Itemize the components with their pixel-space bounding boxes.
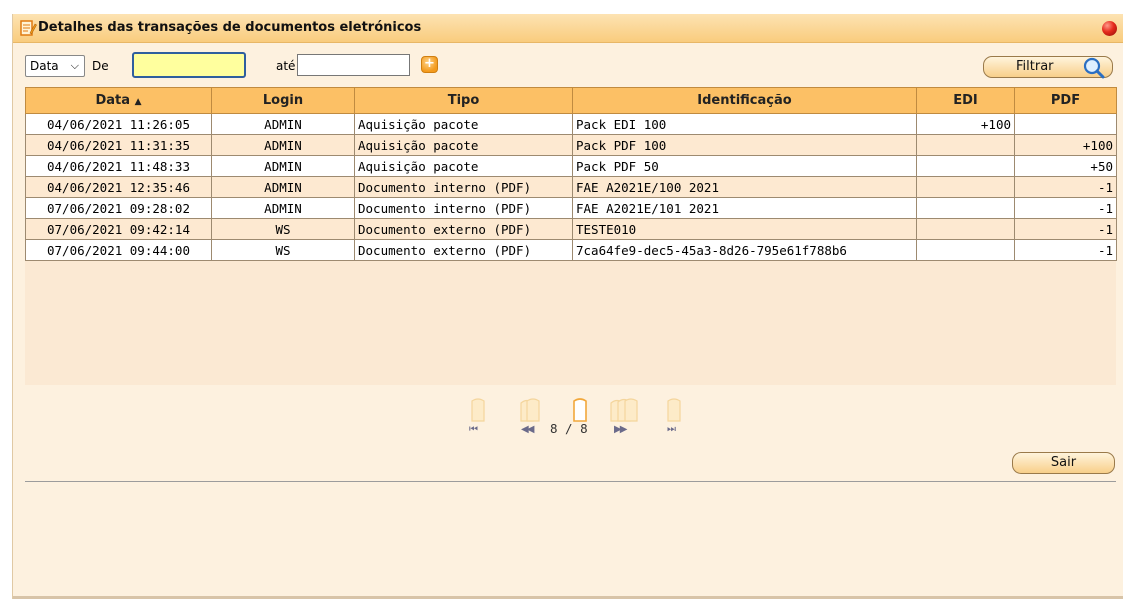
filter-bar: Data ⌵ De até + Filtrar — [13, 52, 1123, 80]
cell-data: 04/06/2021 11:31:35 — [25, 134, 212, 156]
date-field-select[interactable]: Data ⌵ — [25, 55, 85, 77]
column-header-data[interactable]: Data ▲ — [25, 87, 212, 114]
exit-button[interactable]: Sair — [1012, 452, 1115, 474]
date-field-select-value: Data — [30, 59, 59, 73]
cell-pdf: -1 — [1014, 239, 1117, 261]
cell-data: 07/06/2021 09:42:14 — [25, 218, 212, 240]
transactions-table-area: Data ▲ Login Tipo Identificação EDI PDF … — [25, 87, 1117, 385]
first-page-button[interactable]: ⏮ — [468, 397, 488, 435]
page-stack-icon — [471, 398, 485, 422]
cell-identificacao: Pack EDI 100 — [572, 113, 917, 135]
cell-login: ADMIN — [211, 113, 355, 135]
cell-data: 07/06/2021 09:28:02 — [25, 197, 212, 219]
cell-edi — [916, 218, 1015, 240]
last-page-icon: ⏭ — [667, 424, 676, 435]
table-row[interactable]: 04/06/2021 11:48:33 ADMIN Aquisição paco… — [25, 155, 1117, 177]
table-row[interactable]: 07/06/2021 09:44:00 WS Documento externo… — [25, 239, 1117, 261]
page-stack-icon — [520, 398, 540, 422]
cell-tipo: Aquisição pacote — [354, 113, 573, 135]
cell-data: 04/06/2021 12:35:46 — [25, 176, 212, 198]
cell-login: ADMIN — [211, 176, 355, 198]
next-page-button[interactable]: ▶▶ — [608, 397, 646, 435]
cell-pdf: +50 — [1014, 155, 1117, 177]
next-page-icon: ▶▶ — [614, 424, 627, 435]
cell-edi — [916, 239, 1015, 261]
last-page-button[interactable]: ⏭ — [664, 397, 684, 435]
cell-identificacao: 7ca64fe9-dec5-45a3-8d26-795e61f788b6 — [572, 239, 917, 261]
cell-edi — [916, 197, 1015, 219]
cell-tipo: Documento interno (PDF) — [354, 176, 573, 198]
close-dot-icon[interactable] — [1102, 21, 1117, 36]
cell-tipo: Documento interno (PDF) — [354, 197, 573, 219]
table-row[interactable]: 04/06/2021 11:26:05 ADMIN Aquisição paco… — [25, 113, 1117, 135]
from-label: De — [92, 59, 109, 73]
column-header-login[interactable]: Login — [211, 87, 355, 114]
chevron-down-icon: ⌵ — [70, 59, 79, 72]
table-row[interactable]: 07/06/2021 09:28:02 ADMIN Documento inte… — [25, 197, 1117, 219]
title-bar: Detalhes das transações de documentos el… — [13, 14, 1123, 43]
cell-login: WS — [211, 218, 355, 240]
column-header-edi[interactable]: EDI — [916, 87, 1015, 114]
cell-edi: +100 — [916, 113, 1015, 135]
magnifier-icon — [1083, 57, 1105, 79]
previous-page-button[interactable]: ◀◀ — [518, 397, 544, 435]
cell-data: 07/06/2021 09:44:00 — [25, 239, 212, 261]
cell-tipo: Documento externo (PDF) — [354, 239, 573, 261]
cell-edi — [916, 155, 1015, 177]
table-header-row: Data ▲ Login Tipo Identificação EDI PDF — [25, 87, 1117, 114]
cell-edi — [916, 176, 1015, 198]
table-row[interactable]: 04/06/2021 11:31:35 ADMIN Aquisição paco… — [25, 134, 1117, 156]
cell-pdf — [1014, 113, 1117, 135]
cell-identificacao: FAE A2021E/101 2021 — [572, 197, 917, 219]
cell-identificacao: Pack PDF 50 — [572, 155, 917, 177]
to-label: até — [276, 59, 296, 73]
cell-tipo: Aquisição pacote — [354, 134, 573, 156]
cell-pdf: -1 — [1014, 218, 1117, 240]
cell-login: ADMIN — [211, 134, 355, 156]
page-indicator: 8 / 8 — [550, 421, 588, 436]
cell-data: 04/06/2021 11:48:33 — [25, 155, 212, 177]
page-stack-icon — [610, 398, 638, 422]
edit-document-icon — [20, 20, 37, 36]
from-date-input[interactable] — [132, 52, 246, 78]
cell-login: WS — [211, 239, 355, 261]
sort-asc-icon: ▲ — [134, 97, 142, 107]
column-header-identificacao[interactable]: Identificação — [572, 87, 917, 114]
first-page-icon: ⏮ — [469, 424, 478, 435]
transactions-window: Detalhes das transações de documentos el… — [12, 14, 1123, 599]
cell-pdf: -1 — [1014, 197, 1117, 219]
cell-identificacao: FAE A2021E/100 2021 — [572, 176, 917, 198]
divider — [25, 481, 1116, 482]
cell-tipo: Aquisição pacote — [354, 155, 573, 177]
cell-data: 04/06/2021 11:26:05 — [25, 113, 212, 135]
page-icon — [573, 398, 587, 422]
filter-button[interactable]: Filtrar — [983, 56, 1113, 79]
column-header-tipo[interactable]: Tipo — [354, 87, 573, 114]
cell-pdf: +100 — [1014, 134, 1117, 156]
window-title: Detalhes das transações de documentos el… — [38, 20, 422, 35]
to-date-input[interactable] — [297, 54, 410, 76]
page-stack-icon — [667, 398, 681, 422]
filter-button-label: Filtrar — [1016, 59, 1054, 74]
column-header-pdf[interactable]: PDF — [1014, 87, 1117, 114]
pager: ⏮ ◀◀ 8 / 8 ▶▶ ⏭ — [468, 397, 718, 437]
cell-login: ADMIN — [211, 155, 355, 177]
cell-edi — [916, 134, 1015, 156]
add-date-icon[interactable]: + — [421, 56, 438, 73]
cell-pdf: -1 — [1014, 176, 1117, 198]
table-row[interactable]: 04/06/2021 12:35:46 ADMIN Documento inte… — [25, 176, 1117, 198]
transactions-table: Data ▲ Login Tipo Identificação EDI PDF … — [25, 87, 1117, 261]
previous-page-icon: ◀◀ — [521, 424, 534, 435]
cell-identificacao: TESTE010 — [572, 218, 917, 240]
current-page-icon — [570, 397, 590, 423]
cell-tipo: Documento externo (PDF) — [354, 218, 573, 240]
cell-identificacao: Pack PDF 100 — [572, 134, 917, 156]
table-row[interactable]: 07/06/2021 09:42:14 WS Documento externo… — [25, 218, 1117, 240]
cell-login: ADMIN — [211, 197, 355, 219]
